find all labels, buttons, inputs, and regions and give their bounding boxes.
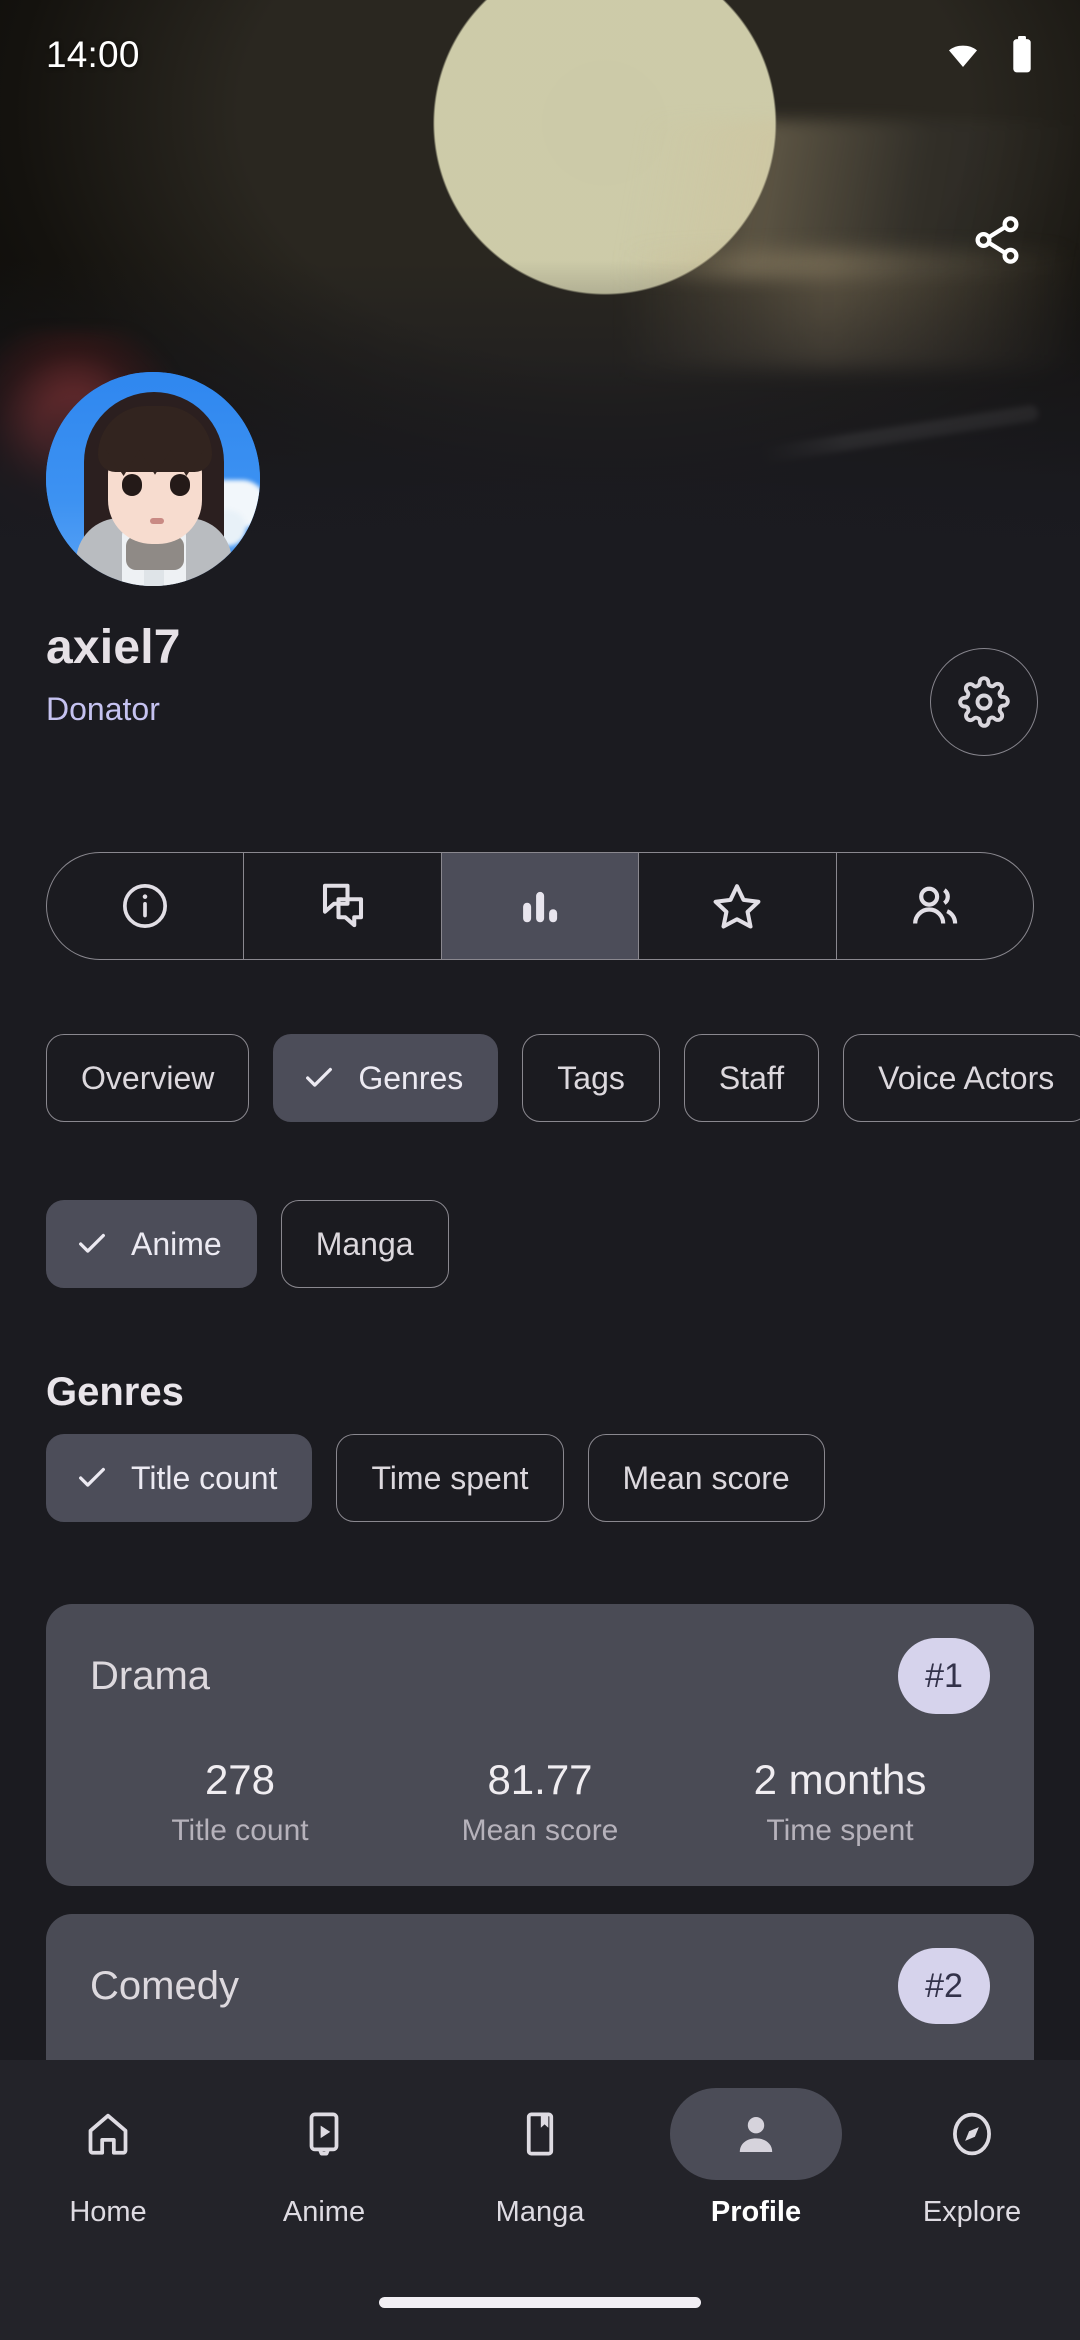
username: axiel7 [46, 621, 181, 674]
genre-name: Drama [90, 1653, 211, 1698]
check-icon [75, 1227, 109, 1261]
stat-label: Mean score [461, 1814, 619, 1847]
nav-item-anime[interactable]: Anime [216, 2088, 432, 2270]
nav-item-profile[interactable]: Profile [648, 2088, 864, 2270]
nav-item-explore[interactable]: Explore [864, 2088, 1080, 2270]
chip-staff[interactable]: Staff [683, 1034, 820, 1122]
card-header: Drama #1 [90, 1638, 990, 1714]
bar-chart-icon [514, 880, 566, 932]
media-type-chips: Anime Manga [46, 1200, 449, 1288]
genre-name: Comedy [90, 1963, 239, 2008]
stat-time-spent: 2 months Time spent [690, 1756, 990, 1848]
stat-tab-chips: Overview Genres Tags Staff Voice Actors [46, 1034, 1080, 1122]
bottom-navigation: Home Anime Manga Profile Explore [0, 2060, 1080, 2340]
chip-label: Genres [358, 1059, 464, 1096]
chip-label: Mean score [622, 1459, 790, 1496]
home-icon [83, 2109, 133, 2159]
nav-label: Profile [710, 2196, 802, 2228]
chip-label: Voice Actors [878, 1059, 1055, 1096]
chip-label: Tags [557, 1059, 625, 1096]
chip-time-spent[interactable]: Time spent [336, 1434, 564, 1522]
avatar-eye [122, 474, 142, 496]
sidebar-item-favorites[interactable] [639, 853, 837, 959]
sidebar-item-about[interactable] [47, 853, 245, 959]
app-screen: 14:00 axiel7 Donator Overview Genres Tag… [0, 0, 1080, 2340]
nav-item-manga[interactable]: Manga [432, 2088, 648, 2270]
chip-label: Anime [131, 1225, 222, 1262]
chip-label: Manga [315, 1225, 414, 1262]
chip-manga[interactable]: Manga [280, 1200, 449, 1288]
sidebar-item-social[interactable] [837, 853, 1033, 959]
chip-overview[interactable]: Overview [46, 1034, 250, 1122]
chip-voice-actors[interactable]: Voice Actors [843, 1034, 1080, 1122]
stat-value: 2 months [753, 1756, 927, 1803]
nav-pill [238, 2088, 410, 2180]
stat-title-count: 278 Title count [90, 1756, 390, 1848]
profile-section-tabs [46, 852, 1034, 960]
chip-genres[interactable]: Genres [273, 1034, 499, 1122]
people-icon [907, 878, 963, 934]
nav-label: Manga [495, 2196, 585, 2228]
status-badge: #2 [898, 1948, 990, 2024]
nav-pill-active [670, 2088, 842, 2180]
chip-label: Title count [131, 1459, 278, 1496]
chip-label: Time spent [371, 1459, 529, 1496]
chip-anime[interactable]: Anime [46, 1200, 257, 1288]
settings-button[interactable] [930, 648, 1038, 756]
manga-book-icon [515, 2109, 565, 2159]
nav-item-home[interactable]: Home [0, 2088, 216, 2270]
avatar-eye [170, 474, 190, 496]
stat-value: 278 [204, 1756, 276, 1803]
sidebar-item-activity[interactable] [244, 853, 442, 959]
gear-icon [958, 676, 1010, 728]
anime-play-icon [299, 2109, 349, 2159]
metric-sort-chips: Title count Time spent Mean score [46, 1434, 825, 1522]
status-badge: #1 [898, 1638, 990, 1714]
nav-label: Home [69, 2196, 147, 2228]
nav-label: Anime [282, 2196, 366, 2228]
share-icon [970, 213, 1024, 267]
nav-label: Explore [922, 2196, 1022, 2228]
nav-pill [454, 2088, 626, 2180]
card-header: Comedy #2 [90, 1948, 990, 2024]
avatar-mouth [150, 518, 164, 524]
stat-label: Time spent [766, 1814, 914, 1847]
stat-value: 81.77 [487, 1756, 593, 1803]
list-item[interactable]: Drama #1 278 Title count 81.77 Mean scor… [46, 1604, 1034, 1886]
battery-icon [1010, 36, 1034, 74]
share-button[interactable] [942, 185, 1052, 295]
bottom-nav-items: Home Anime Manga Profile Explore [0, 2060, 1080, 2270]
status-bar: 14:00 [0, 0, 1080, 110]
card-stats: 278 Title count 81.77 Mean score 2 month… [90, 1756, 990, 1848]
check-icon [75, 1461, 109, 1495]
chip-tags[interactable]: Tags [522, 1034, 660, 1122]
info-icon [119, 880, 171, 932]
avatar[interactable] [46, 372, 260, 586]
nav-pill [22, 2088, 194, 2180]
stat-mean-score: 81.77 Mean score [390, 1756, 690, 1848]
chip-title-count[interactable]: Title count [46, 1434, 313, 1522]
status-icon-group [942, 36, 1034, 74]
chip-mean-score[interactable]: Mean score [587, 1434, 825, 1522]
status-clock: 14:00 [46, 34, 140, 75]
gesture-bar[interactable] [379, 2297, 701, 2308]
chip-label: Overview [81, 1059, 215, 1096]
profile-identity: axiel7 Donator [46, 620, 181, 728]
nav-pill [886, 2088, 1058, 2180]
compass-icon [947, 2109, 997, 2159]
forum-icon [316, 879, 370, 933]
person-icon [732, 2110, 780, 2158]
wifi-icon [942, 39, 984, 71]
check-icon [302, 1061, 336, 1095]
page-title: Genres [46, 1370, 184, 1414]
chip-label: Staff [718, 1059, 785, 1096]
donator-badge[interactable]: Donator [46, 691, 181, 728]
sidebar-item-stats[interactable] [441, 853, 640, 959]
stat-label: Title count [171, 1814, 309, 1847]
star-icon [710, 879, 764, 933]
